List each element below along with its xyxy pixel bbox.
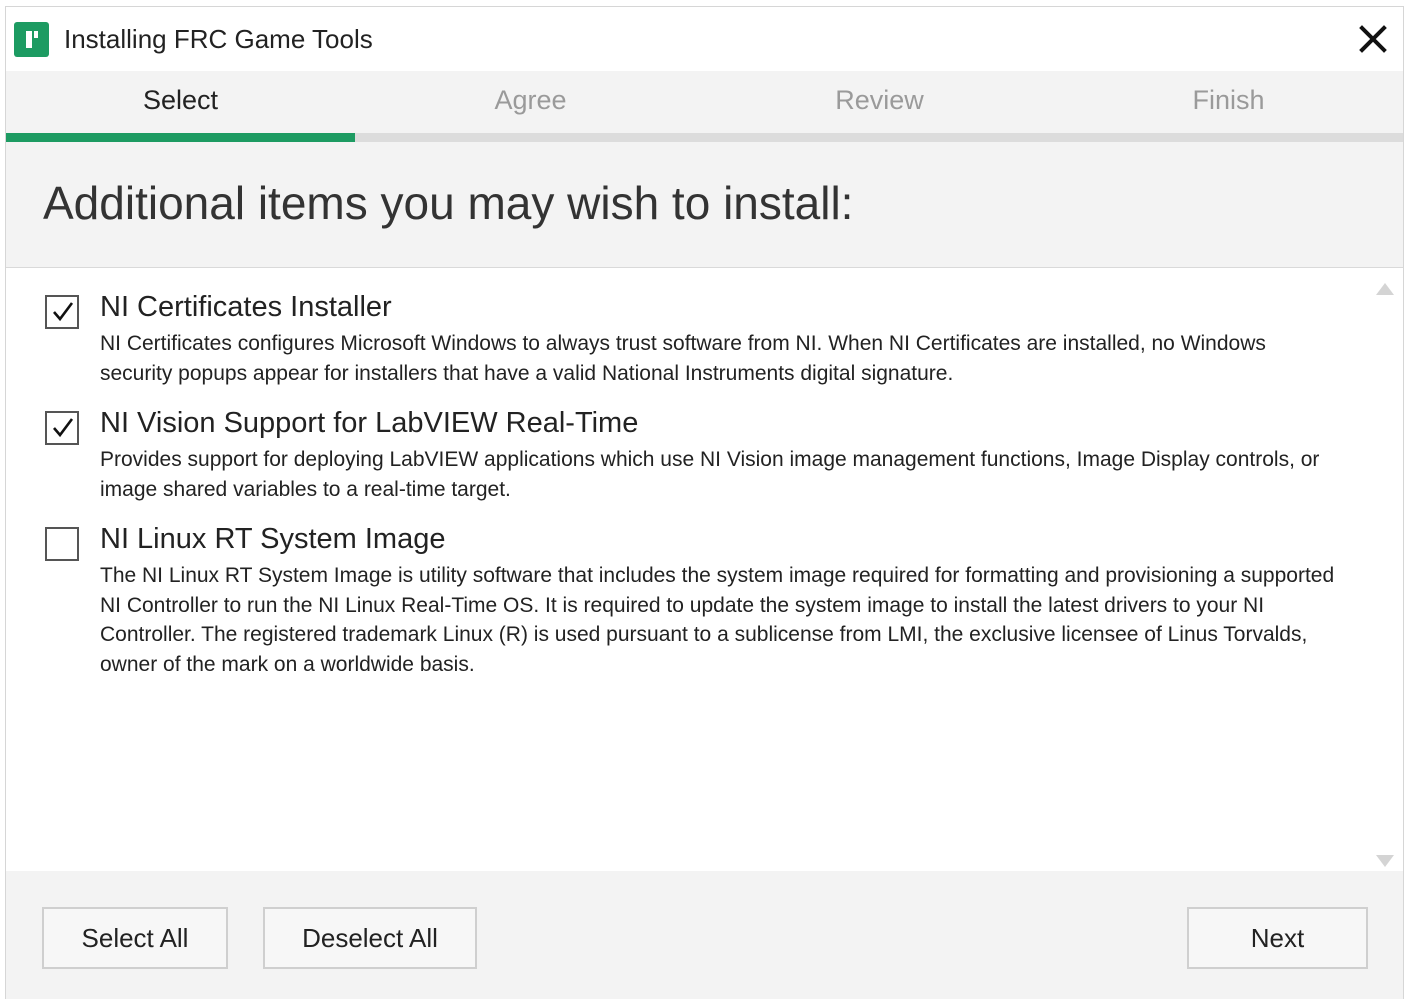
item-description: The NI Linux RT System Image is utility …	[100, 564, 1335, 676]
scroll-up-arrow-icon[interactable]	[1375, 282, 1395, 296]
step-progress-bar	[6, 133, 356, 142]
select-all-button[interactable]: Select All	[42, 907, 228, 969]
list-item: NI Vision Support for LabVIEW Real-Time …	[45, 406, 1325, 516]
step-review: Review	[835, 85, 924, 115]
item-title: NI Certificates Installer	[100, 291, 392, 323]
scroll-down-arrow-icon[interactable]	[1375, 854, 1395, 868]
item-checkbox[interactable]	[45, 527, 79, 561]
heading-area: Additional items you may wish to install…	[6, 143, 1403, 268]
list-item: NI Certificates Installer NI Certificate…	[45, 290, 1325, 400]
item-description: Provides support for deploying LabVIEW a…	[100, 448, 1320, 501]
footer-bar: Select All Deselect All Next	[6, 871, 1403, 999]
deselect-all-button[interactable]: Deselect All	[263, 907, 477, 969]
item-title: NI Vision Support for LabVIEW Real-Time	[100, 407, 639, 439]
wizard-steps: Select Agree Review Finish	[6, 71, 1403, 143]
item-checkbox[interactable]	[45, 295, 79, 329]
step-finish: Finish	[1192, 85, 1265, 115]
items-list: NI Certificates Installer NI Certificate…	[6, 268, 1403, 871]
step-agree: Agree	[494, 85, 567, 115]
installer-window: Installing FRC Game Tools Select Agree R…	[5, 6, 1404, 999]
item-checkbox[interactable]	[45, 411, 79, 445]
step-progress-track	[6, 133, 1403, 142]
list-item: NI Linux RT System Image The NI Linux RT…	[45, 522, 1334, 692]
close-icon[interactable]	[1357, 23, 1389, 55]
step-select: Select	[142, 85, 219, 115]
item-description: NI Certificates configures Microsoft Win…	[100, 332, 1266, 385]
window-title: Installing FRC Game Tools	[64, 24, 373, 54]
ni-logo-icon	[14, 22, 49, 57]
next-button[interactable]: Next	[1187, 907, 1368, 969]
page-heading: Additional items you may wish to install…	[43, 177, 854, 229]
item-title: NI Linux RT System Image	[100, 523, 446, 555]
title-bar: Installing FRC Game Tools	[6, 7, 1403, 71]
